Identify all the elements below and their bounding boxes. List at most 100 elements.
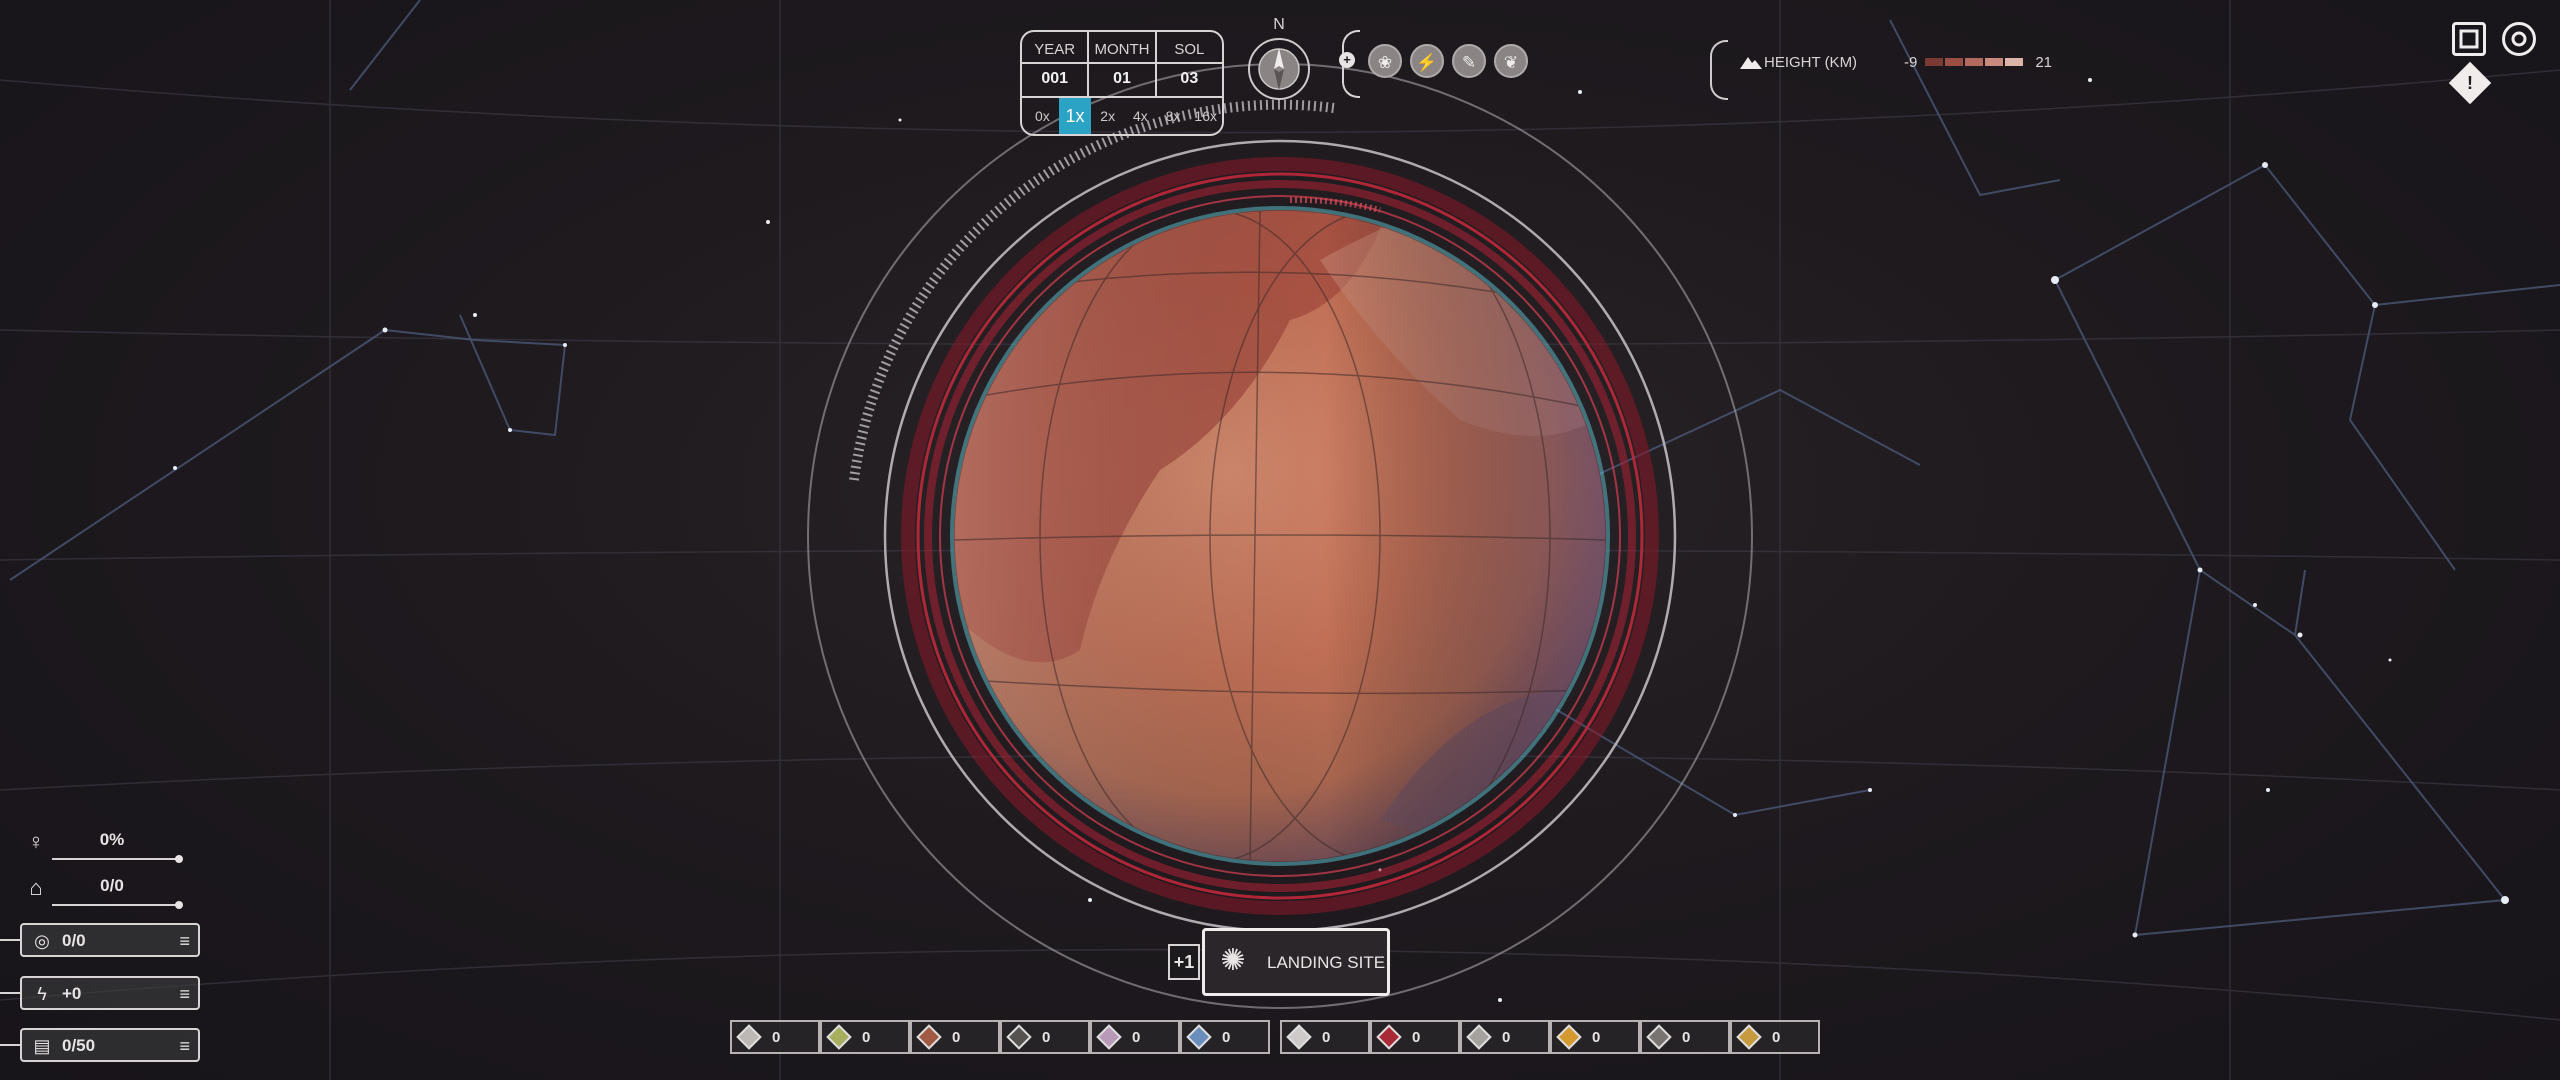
oxygen-icon: ♀ bbox=[27, 829, 45, 854]
speed-button[interactable]: 1x bbox=[1058, 98, 1092, 134]
map-mode-toggle-icon[interactable]: + bbox=[1339, 52, 1355, 68]
sol-column: SOL 03 bbox=[1156, 32, 1222, 96]
storage-menu-icon[interactable]: ≡ bbox=[179, 1036, 190, 1056]
resource-6-icon bbox=[1186, 1024, 1212, 1050]
year-column: YEAR 001 bbox=[1022, 32, 1090, 96]
speed-button[interactable]: 0x bbox=[1026, 98, 1059, 134]
speed-button[interactable]: 2x bbox=[1091, 98, 1124, 134]
population-bar bbox=[52, 901, 183, 909]
resource-7-icon bbox=[1286, 1024, 1312, 1050]
compass[interactable]: N bbox=[1246, 16, 1312, 106]
layers-button[interactable] bbox=[2452, 22, 2486, 56]
storage-value: 0/50 bbox=[62, 1036, 96, 1055]
energy-menu-icon[interactable]: ≡ bbox=[179, 984, 190, 1004]
housing-value: 0/0 bbox=[62, 931, 86, 950]
resource-2-count: 0 bbox=[862, 1029, 871, 1046]
resource-12-icon bbox=[1736, 1024, 1762, 1050]
year-label: YEAR bbox=[1022, 41, 1088, 64]
housing-menu-icon[interactable]: ≡ bbox=[179, 931, 190, 951]
resource-4-icon bbox=[1006, 1024, 1032, 1050]
landing-site-label: LANDING SITE bbox=[1267, 953, 1386, 972]
height-legend-swatch bbox=[1945, 58, 1964, 66]
map-mode-energy-icon[interactable]: ⚡ bbox=[1410, 44, 1444, 78]
resource-3[interactable]: 0 bbox=[910, 1020, 1000, 1054]
settings-button[interactable] bbox=[2502, 22, 2536, 56]
date-panel: YEAR 001 MONTH 01 SOL 03 0x 1x 2x 4x 8x 16x bbox=[1020, 30, 1224, 136]
population-stat: ⌂ 0/0 bbox=[22, 872, 183, 912]
resource-4-count: 0 bbox=[1042, 1029, 1051, 1046]
speed-controls: 0x 1x 2x 4x 8x 16x bbox=[1022, 98, 1222, 134]
resource-7[interactable]: 0 bbox=[1280, 1020, 1370, 1054]
height-legend-bar bbox=[1925, 58, 2025, 66]
oxygen-stat: ♀ 0% bbox=[22, 826, 183, 866]
resource-8[interactable]: 0 bbox=[1370, 1020, 1460, 1054]
resource-6-count: 0 bbox=[1222, 1029, 1231, 1046]
storage-stat[interactable]: ▤ 0/50 ≡ bbox=[0, 1028, 200, 1062]
resource-1-count: 0 bbox=[772, 1029, 781, 1046]
lander-icon: ✺ bbox=[1220, 944, 1246, 977]
month-value: 01 bbox=[1113, 69, 1131, 87]
height-legend: HEIGHT (KM) -9 21 bbox=[1740, 50, 2100, 74]
space-background bbox=[0, 0, 2560, 1080]
resource-11-count: 0 bbox=[1682, 1029, 1691, 1046]
resource-12[interactable]: 0 bbox=[1730, 1020, 1820, 1054]
sol-label: SOL bbox=[1156, 41, 1222, 64]
height-legend-max: 21 bbox=[2035, 53, 2053, 71]
resource-2[interactable]: 0 bbox=[820, 1020, 910, 1054]
energy-stat[interactable]: ϟ +0 ≡ bbox=[0, 976, 200, 1010]
map-mode-vegetation-icon[interactable]: ❀ bbox=[1368, 44, 1402, 78]
map-mode-build-icon[interactable]: ✎ bbox=[1452, 44, 1486, 78]
speed-button[interactable]: 16x bbox=[1189, 98, 1222, 134]
height-legend-bracket bbox=[1710, 40, 1728, 100]
resource-9[interactable]: 0 bbox=[1460, 1020, 1550, 1054]
height-legend-label: HEIGHT (KM) bbox=[1764, 53, 1858, 71]
compass-icon bbox=[1248, 38, 1310, 100]
layers-icon bbox=[2459, 29, 2479, 49]
resource-5-icon bbox=[1096, 1024, 1122, 1050]
map-mode-flora-icon[interactable]: ❦ bbox=[1494, 44, 1528, 78]
resource-5-count: 0 bbox=[1132, 1029, 1141, 1046]
mountain-icon bbox=[1740, 57, 1762, 69]
resource-10-icon bbox=[1556, 1024, 1582, 1050]
resource-8-icon bbox=[1376, 1024, 1402, 1050]
population-value: 0/0 bbox=[100, 876, 124, 895]
resource-4[interactable]: 0 bbox=[1000, 1020, 1090, 1054]
resource-11[interactable]: 0 bbox=[1640, 1020, 1730, 1054]
resource-9-icon bbox=[1466, 1024, 1492, 1050]
resource-9-count: 0 bbox=[1502, 1029, 1511, 1046]
height-legend-swatch bbox=[2005, 58, 2024, 66]
height-legend-swatch bbox=[1985, 58, 2004, 66]
alert-icon[interactable]: ! bbox=[2448, 61, 2492, 105]
sol-value: 03 bbox=[1180, 69, 1199, 87]
height-legend-swatch bbox=[1965, 58, 1984, 66]
landing-count-badge: +1 bbox=[1168, 944, 1200, 980]
housing-icon: ◎ bbox=[34, 931, 50, 951]
gear-icon bbox=[2511, 31, 2527, 47]
resource-11-icon bbox=[1646, 1024, 1672, 1050]
oxygen-value: 0% bbox=[99, 830, 125, 849]
resource-1-icon bbox=[736, 1024, 762, 1050]
alert-symbol: ! bbox=[2467, 73, 2473, 93]
energy-value: +0 bbox=[62, 984, 82, 1003]
housing-stat[interactable]: ◎ 0/0 ≡ bbox=[0, 923, 200, 957]
landing-site-button[interactable]: ✺ LANDING SITE bbox=[1202, 928, 1390, 996]
month-label: MONTH bbox=[1089, 41, 1155, 64]
speed-button[interactable]: 4x bbox=[1124, 98, 1157, 134]
resource-10-count: 0 bbox=[1592, 1029, 1601, 1046]
resource-7-count: 0 bbox=[1322, 1029, 1331, 1046]
energy-icon: ϟ bbox=[37, 984, 47, 1004]
resource-10[interactable]: 0 bbox=[1550, 1020, 1640, 1054]
oxygen-bar bbox=[52, 855, 183, 863]
resource-3-count: 0 bbox=[952, 1029, 961, 1046]
resource-5[interactable]: 0 bbox=[1090, 1020, 1180, 1054]
compass-north-label: N bbox=[1273, 16, 1285, 33]
height-legend-swatch bbox=[1925, 58, 1944, 66]
month-column: MONTH 01 bbox=[1089, 32, 1157, 96]
speed-button[interactable]: 8x bbox=[1157, 98, 1190, 134]
resource-bar: 0 0 0 0 0 0 0 0 0 0 0 0 bbox=[730, 1020, 1830, 1056]
resource-1[interactable]: 0 bbox=[730, 1020, 820, 1054]
resource-3-icon bbox=[916, 1024, 942, 1050]
resource-6[interactable]: 0 bbox=[1180, 1020, 1270, 1054]
height-legend-min: -9 bbox=[1904, 53, 1918, 71]
resource-12-count: 0 bbox=[1772, 1029, 1781, 1046]
